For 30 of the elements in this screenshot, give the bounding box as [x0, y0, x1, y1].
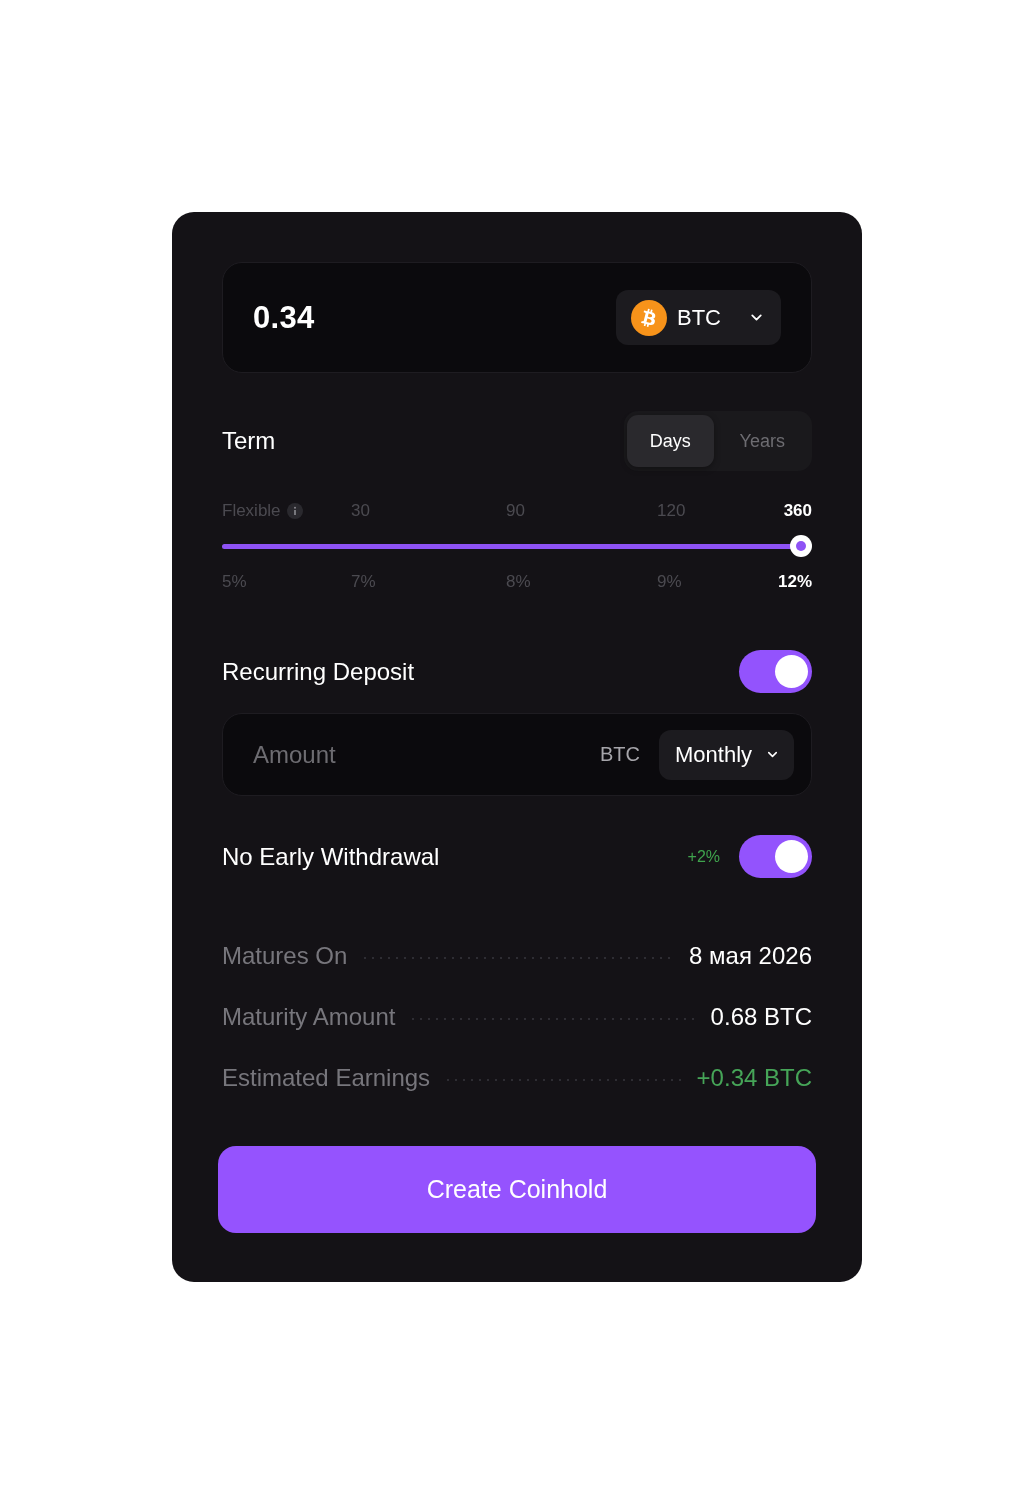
- currency-label: BTC: [600, 743, 640, 766]
- term-label: Term: [222, 427, 276, 455]
- summary-value: 0.68 BTC: [710, 1003, 812, 1031]
- bitcoin-icon: [631, 299, 667, 336]
- no-early-withdrawal-toggle[interactable]: [739, 835, 812, 878]
- rate-label: 12%: [777, 572, 812, 592]
- summary-label: Maturity Amount: [222, 1003, 396, 1031]
- recurring-amount-field[interactable]: Amount: [253, 740, 600, 769]
- term-option[interactable]: 360: [783, 501, 812, 521]
- rate-label: 8%: [506, 572, 531, 592]
- currency-dropdown[interactable]: BTC: [616, 290, 781, 345]
- slider-thumb[interactable]: [790, 535, 812, 557]
- recurring-deposit-label: Recurring Deposit: [222, 657, 415, 686]
- rate-label: 9%: [657, 572, 682, 592]
- info-icon[interactable]: [286, 503, 303, 519]
- term-slider[interactable]: [222, 535, 812, 557]
- summary-label: Estimated Earnings: [222, 1064, 431, 1092]
- no-early-withdrawal-label: No Early Withdrawal: [222, 842, 440, 871]
- deposit-amount-field[interactable]: 0.34: [253, 299, 616, 336]
- unit-tab[interactable]: Days: [627, 415, 714, 467]
- summary-label: Matures On: [222, 942, 348, 970]
- rate-label: 5%: [222, 572, 247, 592]
- unit-tab[interactable]: Years: [715, 415, 809, 467]
- frequency-dropdown[interactable]: Monthly: [659, 729, 794, 780]
- rate-label: 7%: [351, 572, 376, 592]
- recurring-deposit-toggle[interactable]: [739, 650, 812, 693]
- create-coinhold-button[interactable]: Create Coinhold: [218, 1146, 816, 1233]
- summary-value: 8 мая 2026: [689, 942, 812, 970]
- bonus-rate-label: +2%: [687, 847, 720, 866]
- summary-value: +0.34 BTC: [696, 1064, 812, 1092]
